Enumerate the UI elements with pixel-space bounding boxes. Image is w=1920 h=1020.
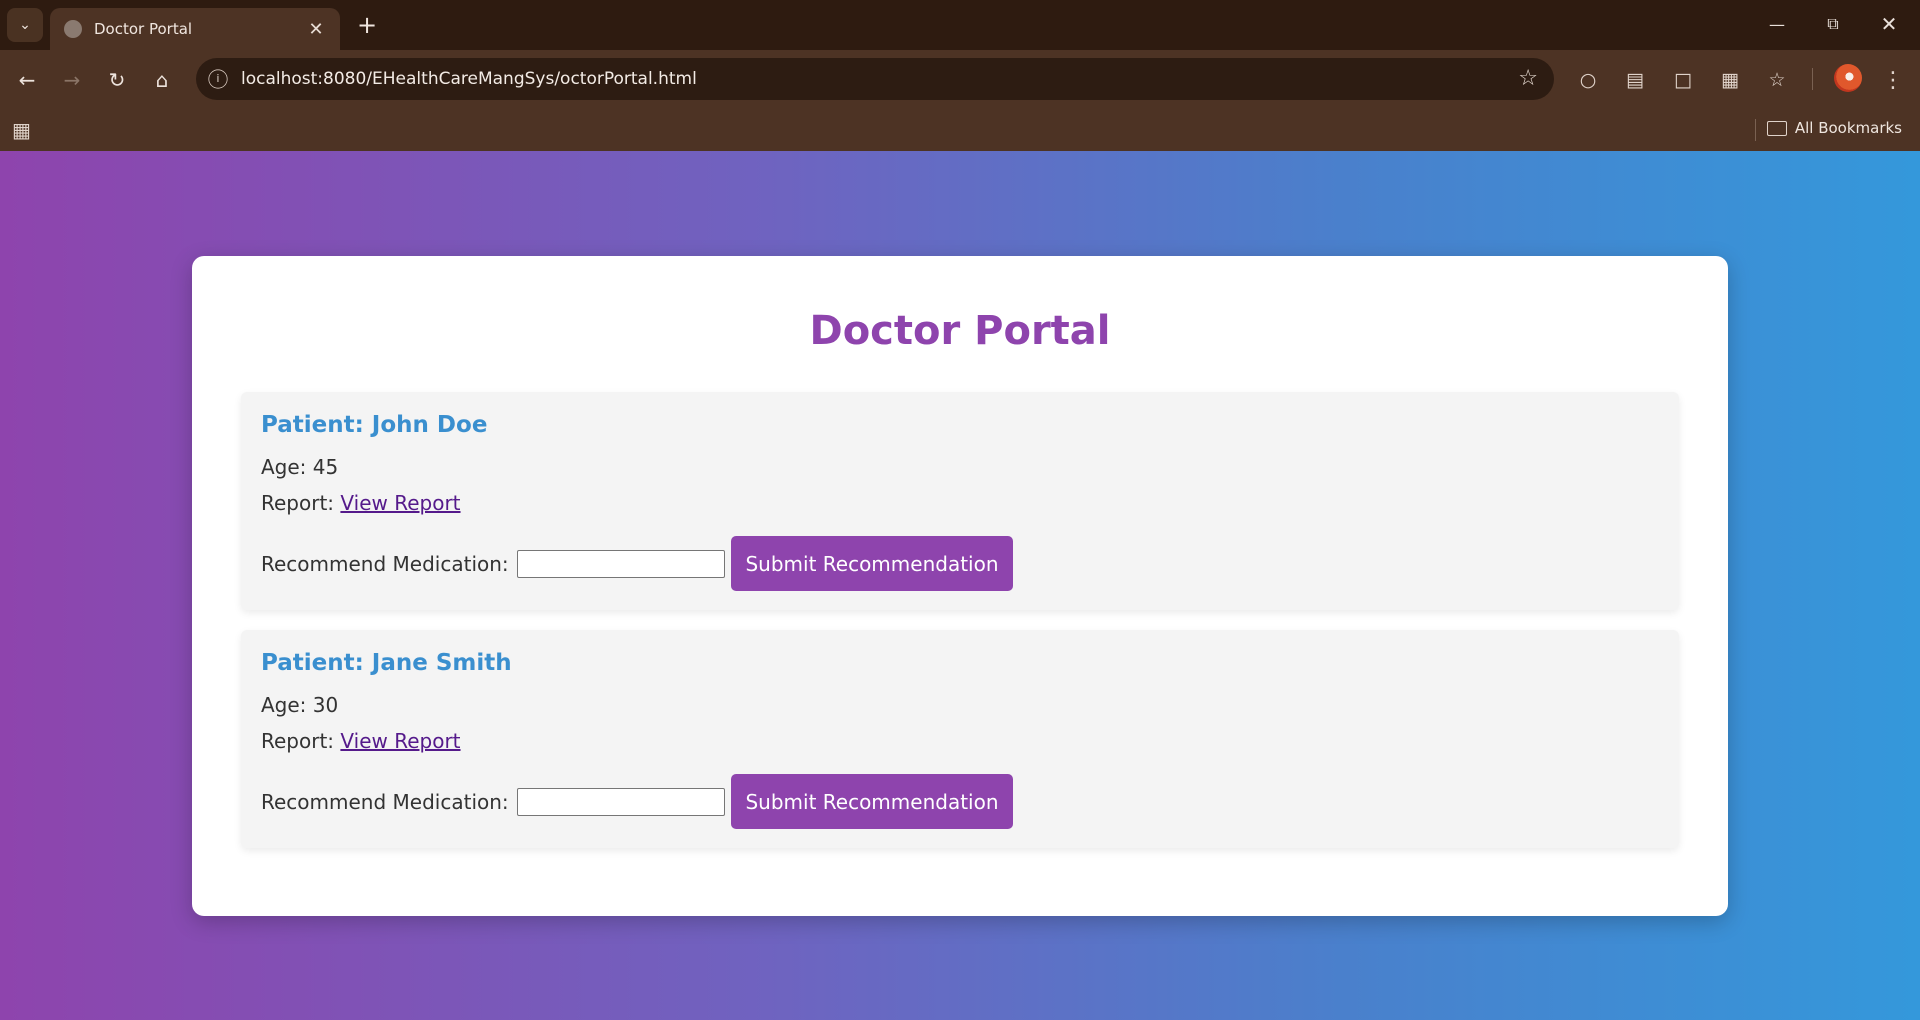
- forward-icon[interactable]: →: [55, 63, 89, 97]
- view-report-link[interactable]: View Report: [340, 491, 460, 515]
- bookmark-star-icon[interactable]: ☆: [1518, 66, 1538, 91]
- patient-name: Patient: Jane Smith: [261, 650, 512, 676]
- toolbar-divider: [1812, 68, 1813, 90]
- patient-name: Patient: John Doe: [261, 412, 488, 438]
- close-window-icon[interactable]: ✕: [1869, 8, 1909, 40]
- bookmarks-divider: [1755, 119, 1756, 141]
- site-info-icon[interactable]: i: [208, 69, 228, 89]
- new-tab-button[interactable]: +: [352, 10, 382, 40]
- patient-report: Report: View Report: [261, 491, 461, 515]
- submit-recommendation-button[interactable]: Submit Recommendation: [731, 774, 1013, 829]
- patient-report: Report: View Report: [261, 729, 461, 753]
- tab-title: Doctor Portal: [94, 20, 193, 38]
- patient-age: Age: 45: [261, 455, 339, 479]
- portal-card: Doctor Portal Patient: John Doe Age: 45 …: [192, 256, 1728, 916]
- patient-age: Age: 30: [261, 693, 339, 717]
- patient-card: Patient: Jane Smith Age: 30 Report: View…: [241, 630, 1679, 848]
- recommend-medication-label: Recommend Medication:: [261, 552, 509, 576]
- medication-input[interactable]: [517, 788, 725, 816]
- page-title: Doctor Portal: [809, 308, 1111, 354]
- back-icon[interactable]: ←: [10, 63, 44, 97]
- report-label: Report:: [261, 729, 335, 753]
- restore-icon[interactable]: ⧉: [1813, 8, 1853, 40]
- translate-icon[interactable]: □: [1665, 62, 1701, 98]
- incognito-icon[interactable]: ○: [1570, 62, 1606, 98]
- reading-list-icon[interactable]: ▦: [1712, 62, 1748, 98]
- address-bar[interactable]: i localhost:8080/EHealthCareMangSys/octo…: [196, 58, 1554, 100]
- close-tab-icon[interactable]: ✕: [306, 19, 326, 40]
- url-text[interactable]: localhost:8080/EHealthCareMangSys/octorP…: [241, 69, 697, 89]
- minimize-icon[interactable]: —: [1757, 8, 1797, 40]
- more-menu-icon[interactable]: ⋮: [1875, 62, 1911, 98]
- page-viewport: Doctor Portal Patient: John Doe Age: 45 …: [0, 151, 1920, 1020]
- folder-icon: [1766, 120, 1787, 136]
- all-bookmarks-label: All Bookmarks: [1794, 119, 1902, 137]
- profile-avatar[interactable]: [1834, 64, 1862, 92]
- all-bookmarks-button[interactable]: All Bookmarks: [1766, 119, 1902, 137]
- globe-icon: [64, 20, 82, 38]
- submit-recommendation-button[interactable]: Submit Recommendation: [731, 536, 1013, 591]
- home-icon[interactable]: ⌂: [145, 63, 179, 97]
- chevron-down-icon: ⌄: [19, 17, 31, 33]
- bookmarks-bar: ▦ All Bookmarks: [0, 108, 1920, 151]
- tab-doctor-portal[interactable]: Doctor Portal ✕: [50, 8, 340, 50]
- apps-grid-icon[interactable]: ▦: [12, 118, 36, 142]
- view-report-link[interactable]: View Report: [340, 729, 460, 753]
- tab-search-button[interactable]: ⌄: [7, 8, 43, 42]
- patient-card: Patient: John Doe Age: 45 Report: View R…: [241, 392, 1679, 610]
- browser-toolbar: ← → ↻ ⌂ i localhost:8080/EHealthCareMang…: [0, 50, 1920, 108]
- recommend-medication-label: Recommend Medication:: [261, 790, 509, 814]
- reload-icon[interactable]: ↻: [100, 63, 134, 97]
- medication-input[interactable]: [517, 550, 725, 578]
- bookmarks-star-icon[interactable]: ☆: [1759, 62, 1795, 98]
- reading-mode-icon[interactable]: ▤: [1617, 62, 1653, 98]
- report-label: Report:: [261, 491, 335, 515]
- tab-strip: ⌄ Doctor Portal ✕ + — ⧉ ✕: [0, 0, 1920, 50]
